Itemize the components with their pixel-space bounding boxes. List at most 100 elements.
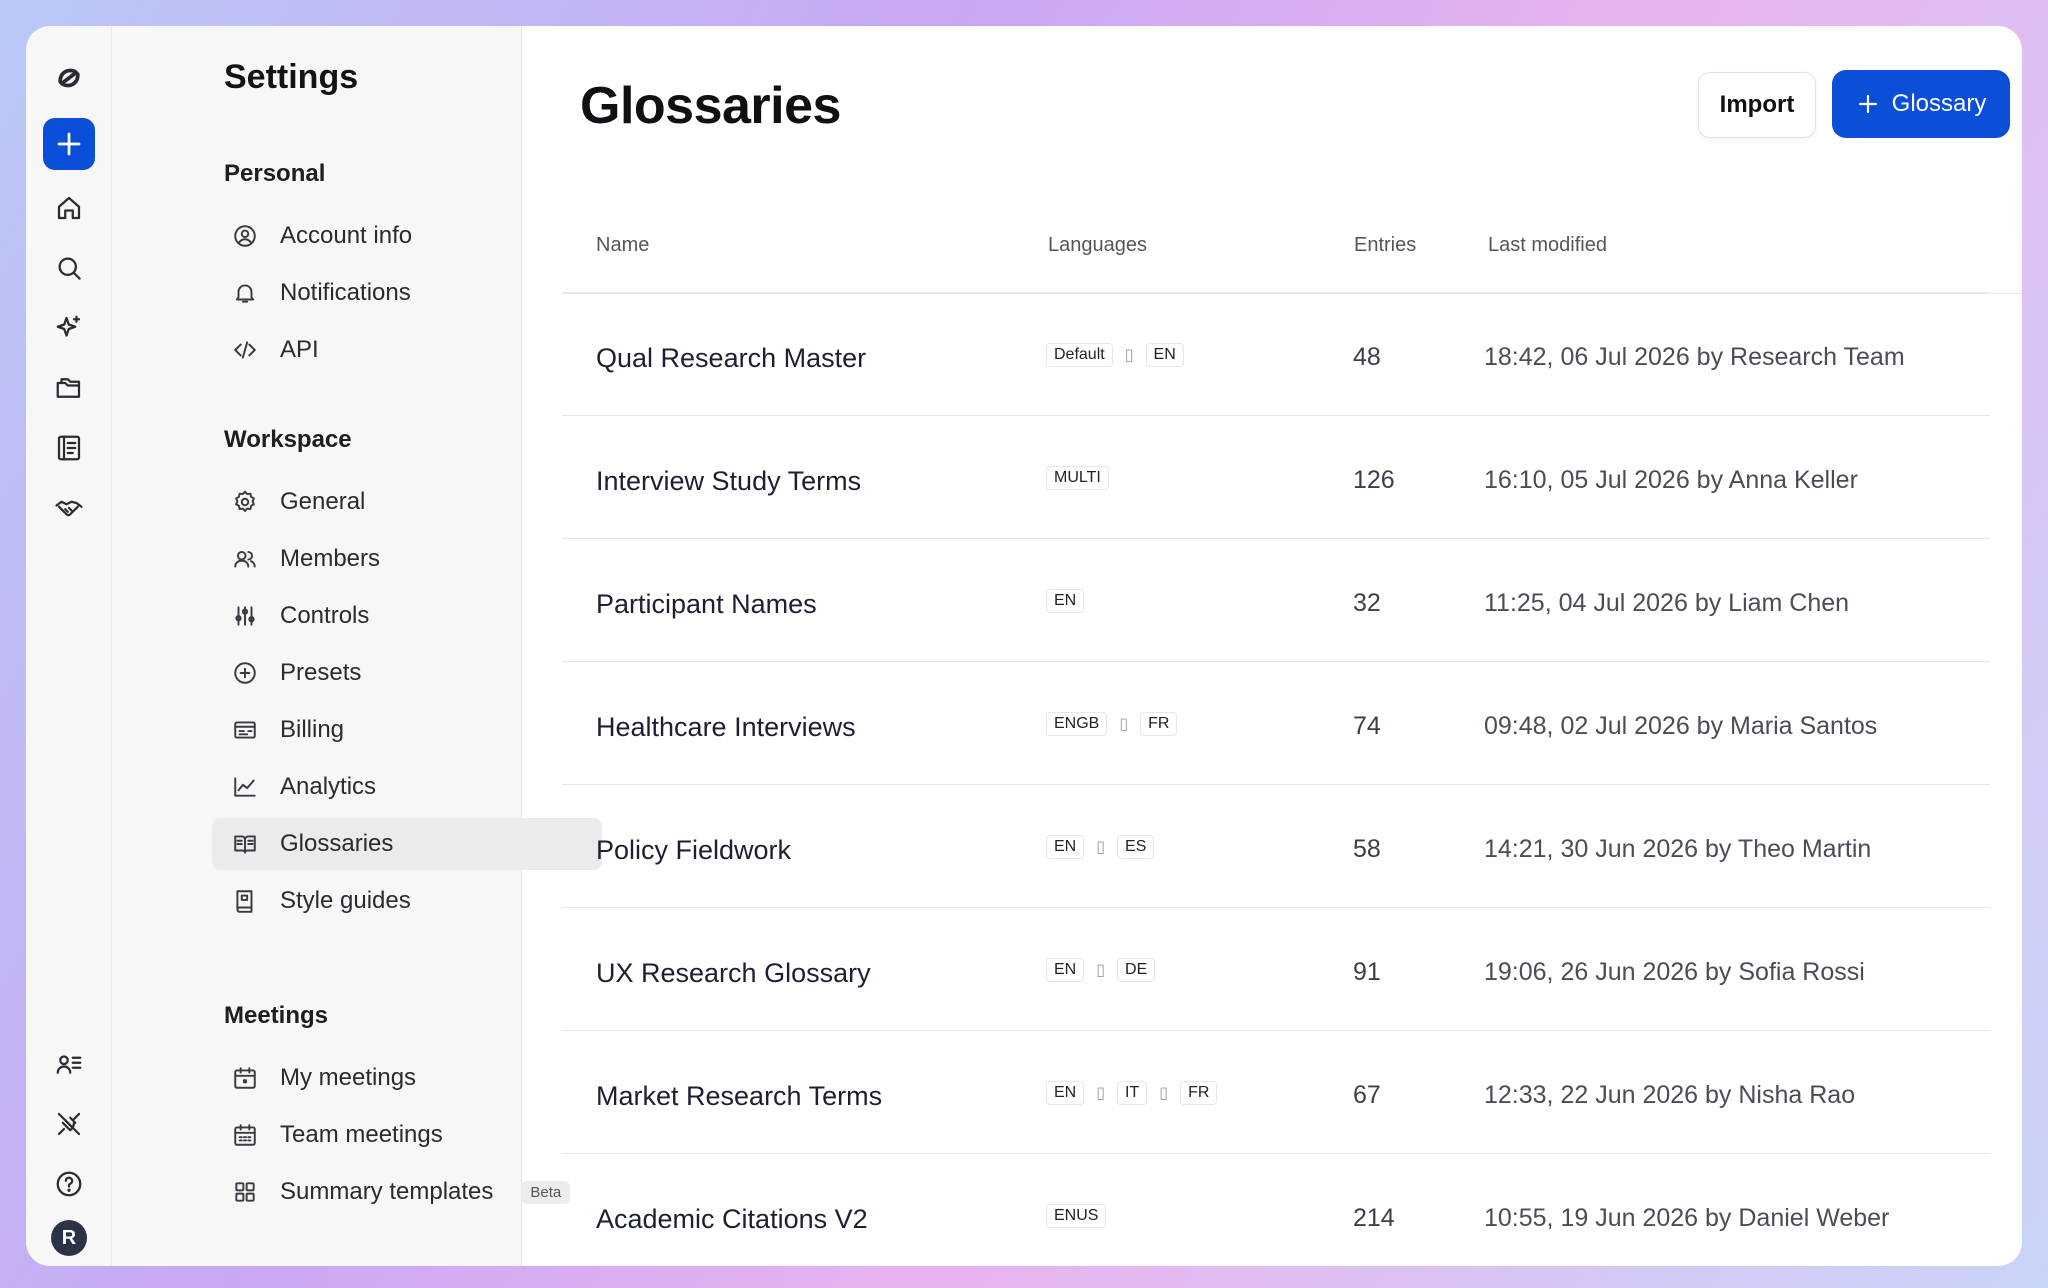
table-header: Name Languages Entries Last modified — [562, 216, 2022, 294]
table-row[interactable]: Participant Names EN 32 11:25, 04 Jul 2026 … — [562, 538, 1990, 661]
table-row[interactable]: Market Research Terms EN ▯ IT ▯ FR 67 12:33, 22… — [562, 1030, 1990, 1153]
table-row[interactable]: Policy Fieldwork EN ▯ ES 58 14:21, 30 Jun 202… — [562, 784, 1990, 907]
last-modified: 16:10, 05 Jul 2026 by Anna Keller — [1484, 466, 1858, 494]
language-chip: EN — [1046, 589, 1085, 613]
last-modified: 10:55, 19 Jun 2026 by Daniel Weber — [1484, 1204, 1890, 1232]
language-separator-icon: ▯ — [1119, 716, 1129, 733]
language-chips: EN ▯ IT ▯ FR — [1046, 1081, 1218, 1105]
plus-icon — [1858, 94, 1877, 114]
language-separator-icon: ▯ — [1096, 962, 1106, 979]
entry-count: 74 — [1353, 712, 1381, 740]
glossary-name[interactable]: Policy Fieldwork — [596, 835, 791, 866]
language-chips: ENUS — [1046, 1204, 1107, 1228]
language-separator-icon: ▯ — [1096, 1085, 1106, 1102]
sidebar-item-label: Glossaries — [280, 830, 394, 857]
table-row[interactable]: Healthcare Interviews ENGB ▯ FR 74 09:48, 02 … — [562, 661, 1990, 784]
glossary-name[interactable]: Qual Research Master — [596, 343, 866, 374]
language-chip: EN — [1046, 1081, 1085, 1105]
last-modified: 18:42, 06 Jul 2026 by Research Team — [1484, 343, 1905, 371]
sliders-icon — [230, 601, 260, 631]
grid-icon — [230, 1177, 260, 1207]
code-icon — [230, 335, 260, 365]
glossary-name[interactable]: Participant Names — [596, 589, 817, 620]
search-icon[interactable] — [43, 242, 95, 294]
sidebar-item-label: General — [280, 488, 366, 515]
last-modified: 12:33, 22 Jun 2026 by Nisha Rao — [1484, 1081, 1856, 1109]
language-chips: EN — [1046, 589, 1085, 613]
entry-count: 126 — [1353, 466, 1395, 494]
icon-rail: R — [26, 26, 112, 1266]
page-title: Glossaries — [580, 77, 841, 135]
column-header-entries[interactable]: Entries — [1354, 234, 1416, 257]
language-separator-icon: ▯ — [1096, 839, 1106, 856]
new-glossary-label: Glossary — [1891, 90, 1987, 117]
glossary-name[interactable]: UX Research Glossary — [596, 958, 871, 989]
plus-circle-icon — [230, 658, 260, 688]
language-separator-icon: ▯ — [1124, 347, 1134, 364]
sidebar-item-label: API — [280, 336, 319, 363]
sparkle-icon[interactable] — [43, 302, 95, 354]
glossary-name[interactable]: Market Research Terms — [596, 1081, 882, 1112]
language-chip: FR — [1180, 1081, 1218, 1105]
handshake-icon[interactable] — [43, 482, 95, 534]
last-modified: 09:48, 02 Jul 2026 by Maria Santos — [1484, 712, 1878, 740]
table-row[interactable]: Qual Research Master Default ▯ EN 48 18:42, 0… — [562, 292, 1990, 415]
column-header-last-modified[interactable]: Last modified — [1488, 234, 1607, 257]
user-avatar[interactable]: R — [51, 1220, 87, 1256]
sidebar-item-label: Analytics — [280, 773, 377, 800]
integrations-plug-icon[interactable] — [43, 1098, 95, 1150]
folders-icon[interactable] — [43, 362, 95, 414]
contacts-list-icon[interactable] — [43, 1038, 95, 1090]
sidebar-item-label: Billing — [280, 716, 345, 743]
table-row[interactable]: UX Research Glossary EN ▯ DE 91 19:06, 26 Jun… — [562, 907, 1990, 1030]
entry-count: 67 — [1353, 1081, 1381, 1109]
language-chip: EN — [1145, 343, 1184, 367]
bell-icon — [230, 278, 260, 308]
sidebar-item-label: Members — [280, 545, 381, 572]
sidebar-item-label: Controls — [280, 602, 370, 629]
column-header-name[interactable]: Name — [596, 234, 649, 257]
glossary-name[interactable]: Academic Citations V2 — [596, 1204, 868, 1235]
entry-count: 32 — [1353, 589, 1381, 617]
language-chip: EN — [1046, 958, 1085, 982]
new-plus-icon[interactable] — [43, 118, 95, 170]
receipt-icon — [230, 715, 260, 745]
help-icon[interactable] — [43, 1158, 95, 1210]
language-chip: ENGB — [1046, 712, 1108, 736]
entry-count: 91 — [1353, 958, 1381, 986]
language-separator-icon: ▯ — [1159, 1085, 1169, 1102]
app-window: R Settings Personal Account info Notific… — [26, 26, 2022, 1266]
document-list-icon[interactable] — [43, 422, 95, 474]
column-header-languages[interactable]: Languages — [1048, 234, 1147, 257]
glossary-name[interactable]: Healthcare Interviews — [596, 712, 856, 743]
language-chip: ES — [1117, 835, 1155, 859]
book-open-icon — [230, 829, 260, 859]
new-glossary-button[interactable]: Glossary — [1832, 70, 2010, 138]
book-icon — [230, 886, 260, 916]
settings-sidebar: Settings Personal Account info Notificat… — [112, 26, 602, 1266]
calendar-icon — [230, 1063, 260, 1093]
glossary-name[interactable]: Interview Study Terms — [596, 466, 861, 497]
table-row[interactable]: Academic Citations V2 ENUS 214 10:55, 19 Ju… — [562, 1153, 1990, 1266]
language-chips: ENGB ▯ FR — [1046, 712, 1178, 736]
table-row[interactable]: Interview Study Terms MULTI 126 16:10, 05 J… — [562, 415, 1990, 538]
sidebar-item-label: Presets — [280, 659, 362, 686]
sidebar-item-label: Summary templates — [280, 1178, 494, 1205]
section-meetings: Meetings — [224, 1002, 329, 1029]
language-chip: MULTI — [1046, 466, 1109, 490]
sidebar-item-label: Account info — [280, 222, 413, 249]
sidebar-item-label: Style guides — [280, 887, 411, 914]
home-icon[interactable] — [43, 182, 95, 234]
chart-line-icon — [230, 772, 260, 802]
entry-count: 214 — [1353, 1204, 1395, 1232]
entry-count: 48 — [1353, 343, 1381, 371]
import-button[interactable]: Import — [1698, 72, 1816, 138]
section-workspace: Workspace — [224, 426, 352, 453]
section-personal: Personal — [224, 160, 326, 187]
language-chips: EN ▯ DE — [1046, 958, 1156, 982]
last-modified: 11:25, 04 Jul 2026 by Liam Chen — [1484, 589, 1850, 617]
language-chip: FR — [1140, 712, 1178, 736]
settings-title: Settings — [224, 58, 359, 96]
entry-count: 58 — [1353, 835, 1381, 863]
logo-icon[interactable] — [43, 52, 95, 104]
